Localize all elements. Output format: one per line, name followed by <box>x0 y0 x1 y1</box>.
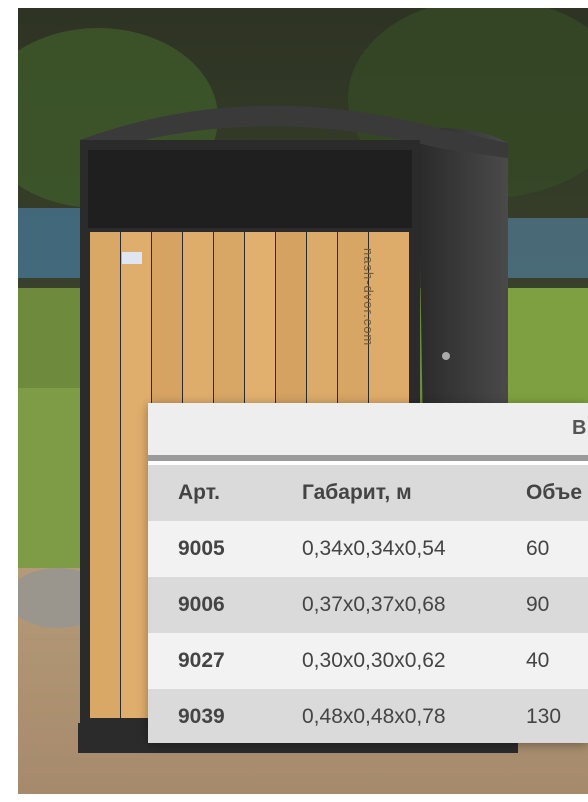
specs-table-card: В Арт. Габарит, м Объе 9005 0,34x0,34x0,… <box>148 403 588 743</box>
table-row: 9039 0,48x0,48x0,78 130 <box>148 689 588 743</box>
volume-cell: 60 <box>526 537 550 560</box>
column-header-art: Арт. <box>178 481 220 504</box>
size-cell: 0,48x0,48x0,78 <box>302 705 446 728</box>
art-cell: 9006 <box>178 593 225 616</box>
art-cell: 9027 <box>178 649 225 672</box>
art-cell: 9039 <box>178 705 225 728</box>
volume-cell: 40 <box>526 649 550 672</box>
size-cell: 0,37x0,37x0,68 <box>302 593 446 616</box>
card-title: В <box>572 417 587 439</box>
table-row: 9027 0,30x0,30x0,62 40 <box>148 633 588 689</box>
column-header-size: Габарит, м <box>302 481 412 504</box>
watermark-text: nash-dvor.com <box>361 248 376 347</box>
header-divider <box>148 455 588 461</box>
table-row: 9006 0,37x0,37x0,68 90 <box>148 577 588 633</box>
size-cell: 0,34x0,34x0,54 <box>302 537 446 560</box>
size-cell: 0,30x0,30x0,62 <box>302 649 446 672</box>
table-row: 9005 0,34x0,34x0,54 60 <box>148 521 588 577</box>
volume-cell: 130 <box>526 705 562 728</box>
art-cell: 9005 <box>178 537 225 560</box>
volume-cell: 90 <box>526 593 550 616</box>
card-header: В <box>148 403 588 455</box>
column-header-volume: Объе <box>526 481 583 504</box>
table-header-row: Арт. Габарит, м Объе <box>148 465 588 521</box>
